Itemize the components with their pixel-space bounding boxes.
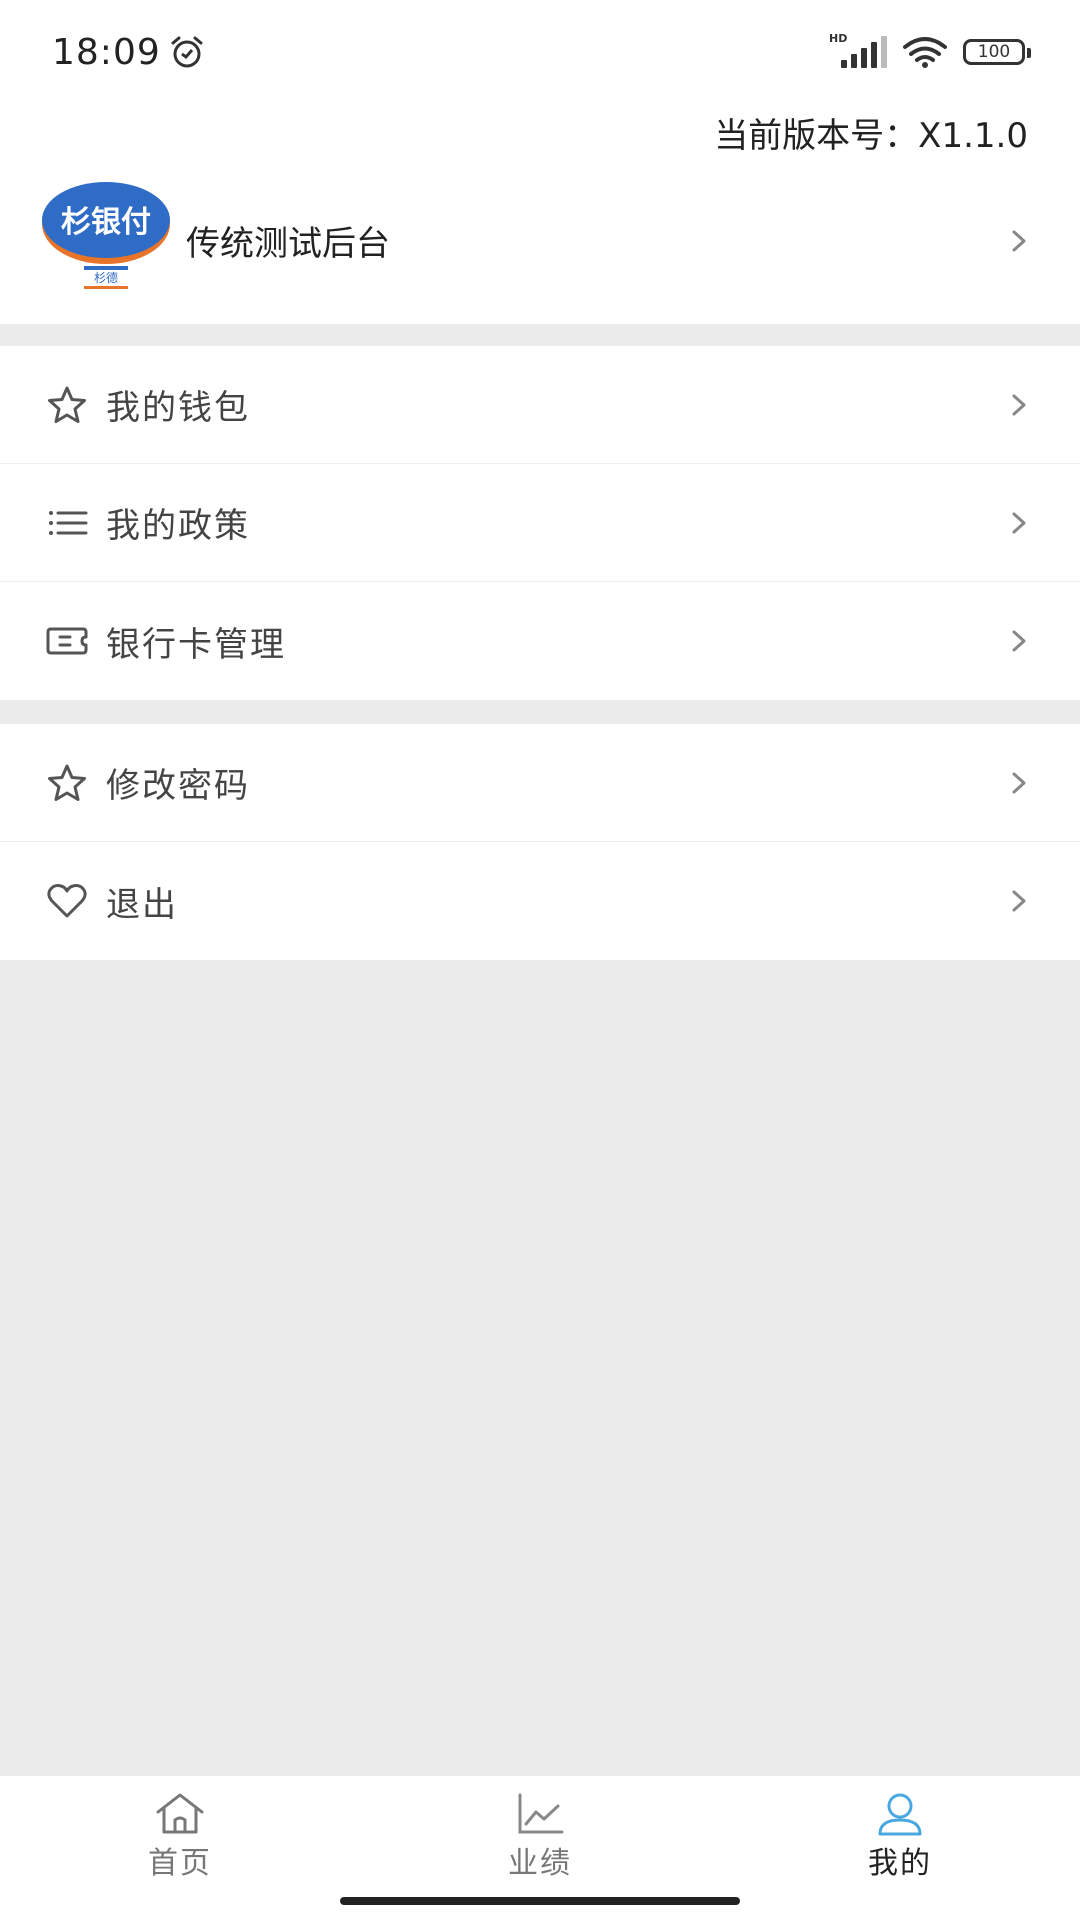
menu-item-change-password[interactable]: 修改密码	[0, 724, 1080, 842]
menu-group-security: 修改密码 退出	[0, 724, 1080, 960]
version-text: 当前版本号：X1.1.0	[714, 116, 1028, 156]
home-icon	[156, 1793, 204, 1834]
list-icon	[49, 510, 88, 535]
logo-text: 杉银付	[61, 205, 151, 240]
menu-item-bank-cards[interactable]: 银行卡管理	[0, 582, 1080, 700]
hd-label: HD	[829, 32, 848, 45]
home-indicator[interactable]	[340, 1897, 740, 1905]
status-time: 18:09	[52, 31, 161, 73]
star-icon	[48, 764, 86, 801]
chevron-right-icon	[1012, 512, 1026, 533]
menu-item-logout[interactable]: 退出	[0, 842, 1080, 960]
tab-label: 业绩	[508, 1846, 572, 1881]
tab-mine[interactable]: 我的	[720, 1776, 1080, 1920]
menu-item-policy[interactable]: 我的政策	[0, 464, 1080, 582]
status-right: HD 100	[829, 32, 1031, 69]
chevron-right-icon	[1012, 890, 1026, 912]
signal-icon: HD	[829, 32, 887, 68]
battery-level: 100	[977, 42, 1011, 62]
status-bar: 18:09 HD 100	[0, 0, 1080, 104]
profile-row[interactable]: 杉银付 杉德 传统测试后台	[0, 170, 1080, 310]
menu-item-label: 我的钱包	[106, 388, 250, 428]
menu-item-label: 我的政策	[106, 506, 250, 546]
logo-subtext: 杉德	[94, 270, 118, 285]
tab-label: 我的	[868, 1846, 932, 1881]
tab-label: 首页	[148, 1846, 212, 1881]
profile-page: 18:09 HD 100 当前版本号：X1.1.0 杉银付 杉德 传统测试后台 …	[0, 0, 1080, 1920]
chart-icon	[518, 1793, 564, 1834]
user-icon	[878, 1793, 922, 1836]
chevron-right-icon	[1012, 630, 1026, 652]
heart-icon	[47, 884, 87, 918]
chevron-right-icon	[1012, 772, 1026, 793]
profile-name: 传统测试后台	[186, 224, 390, 264]
profile-header: 当前版本号：X1.1.0 杉银付 杉德 传统测试后台	[0, 104, 1080, 324]
menu-item-wallet[interactable]: 我的钱包	[0, 346, 1080, 464]
menu-group-account: 我的钱包 我的政策 银行卡管理	[0, 346, 1080, 700]
tab-home[interactable]: 首页	[0, 1776, 360, 1920]
wifi-icon	[903, 37, 947, 68]
menu-item-label: 银行卡管理	[106, 624, 286, 665]
alarm-icon	[171, 36, 203, 68]
chevron-right-icon	[1012, 230, 1026, 252]
star-icon	[48, 386, 86, 423]
status-left: 18:09	[52, 32, 205, 73]
menu-item-label: 修改密码	[106, 766, 250, 806]
battery-icon: 100	[963, 39, 1031, 65]
app-logo: 杉银付 杉德	[42, 182, 170, 289]
menu-item-label: 退出	[106, 884, 178, 925]
ticket-icon	[46, 627, 88, 655]
chevron-right-icon	[1012, 394, 1026, 415]
